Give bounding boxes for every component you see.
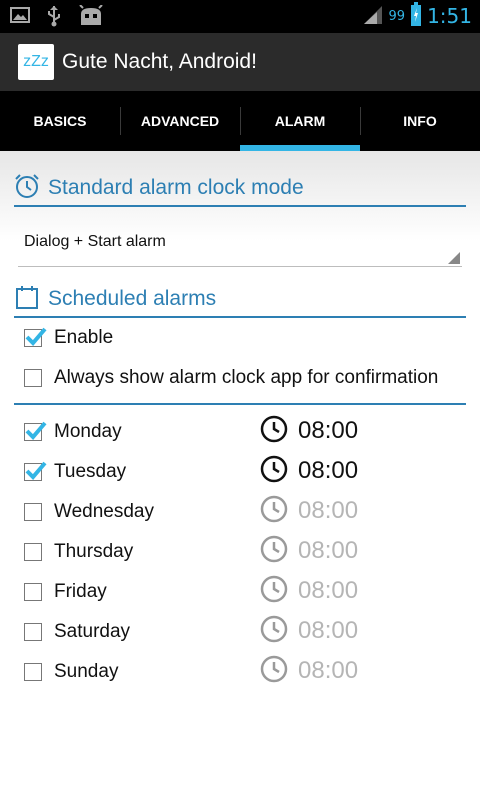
app-icon-text: zZz	[23, 53, 49, 70]
day-checkbox[interactable]	[24, 461, 47, 481]
alarm-settings-panel: Standard alarm clock mode Dialog + Start…	[0, 151, 480, 800]
alarm-time: 08:00	[298, 497, 359, 524]
standard-alarm-header: Standard alarm clock mode	[14, 171, 466, 207]
tab-info[interactable]: INFO	[360, 91, 480, 151]
clock-icon	[260, 415, 288, 447]
always-show-label: Always show alarm clock app for confirma…	[54, 367, 439, 388]
clock-time: 1:51	[427, 4, 472, 28]
clock-icon	[260, 455, 288, 487]
day-row-wednesday: Wednesday 08:00	[24, 494, 464, 528]
alarm-time: 08:00	[298, 537, 359, 564]
time-picker[interactable]: 08:00	[260, 654, 358, 688]
scheduled-alarms-header: Scheduled alarms	[14, 282, 466, 318]
clock-icon	[260, 535, 288, 567]
android-debug-icon	[78, 4, 104, 31]
tab-label: ALARM	[274, 113, 326, 129]
day-label: Monday	[54, 421, 122, 442]
day-checkbox[interactable]	[24, 583, 42, 601]
day-label: Saturday	[54, 621, 131, 642]
day-label: Tuesday	[54, 461, 127, 482]
alarm-mode-spinner[interactable]: Dialog + Start alarm	[18, 223, 462, 267]
clock-icon	[260, 575, 288, 607]
clock-icon	[260, 615, 288, 647]
alarm-time: 08:00	[298, 577, 359, 604]
tab-label: BASICS	[33, 113, 87, 129]
tab-basics[interactable]: BASICS	[0, 91, 120, 151]
day-checkbox[interactable]	[24, 543, 42, 561]
tab-alarm[interactable]: ALARM	[240, 91, 360, 151]
status-bar: 99 1:51	[0, 0, 480, 33]
spinner-value: Dialog + Start alarm	[24, 233, 166, 250]
divider	[14, 403, 466, 405]
time-picker[interactable]: 08:00	[260, 454, 358, 488]
alarm-time: 08:00	[298, 657, 359, 684]
day-label: Sunday	[54, 661, 119, 682]
enable-row[interactable]: Enable	[24, 323, 113, 353]
alarm-clock-icon	[14, 173, 40, 203]
always-show-checkbox[interactable]	[24, 369, 42, 387]
tab-advanced[interactable]: ADVANCED	[120, 91, 240, 151]
day-row-sunday: Sunday 08:00	[24, 654, 464, 688]
time-picker[interactable]: 08:00	[260, 494, 358, 528]
enable-checkbox[interactable]	[24, 327, 47, 347]
day-row-monday: Monday 08:00	[24, 414, 464, 448]
tab-label: ADVANCED	[140, 113, 220, 129]
app-icon[interactable]: zZz	[18, 44, 54, 80]
day-row-thursday: Thursday 08:00	[24, 534, 464, 568]
calendar-icon	[14, 284, 40, 314]
enable-label: Enable	[54, 327, 114, 348]
spinner-arrow-icon	[448, 252, 460, 264]
section-title: Standard alarm clock mode	[48, 176, 304, 199]
clock-icon	[260, 495, 288, 527]
usb-icon	[46, 5, 62, 31]
day-label: Thursday	[54, 541, 134, 562]
day-checkbox[interactable]	[24, 663, 42, 681]
day-row-saturday: Saturday 08:00	[24, 614, 464, 648]
signal-icon	[363, 3, 383, 29]
alarm-time: 08:00	[298, 617, 359, 644]
battery-icon	[411, 2, 422, 30]
clock-icon	[260, 655, 288, 687]
tab-bar: BASICS ADVANCED ALARM INFO	[0, 91, 480, 151]
time-picker[interactable]: 08:00	[260, 614, 358, 648]
time-picker[interactable]: 08:00	[260, 414, 358, 448]
image-icon	[10, 5, 30, 31]
day-label: Friday	[54, 581, 107, 602]
tab-label: INFO	[403, 113, 437, 129]
app-title: Gute Nacht, Android!	[62, 50, 257, 73]
day-row-friday: Friday 08:00	[24, 574, 464, 608]
battery-level: 99	[388, 8, 406, 24]
day-row-tuesday: Tuesday 08:00	[24, 454, 464, 488]
time-picker[interactable]: 08:00	[260, 534, 358, 568]
always-show-row[interactable]: Always show alarm clock app for confirma…	[24, 363, 438, 393]
time-picker[interactable]: 08:00	[260, 574, 358, 608]
alarm-time: 08:00	[298, 457, 359, 484]
day-checkbox[interactable]	[24, 421, 47, 441]
day-label: Wednesday	[54, 501, 154, 522]
section-title: Scheduled alarms	[48, 287, 217, 310]
alarm-time: 08:00	[298, 417, 359, 444]
day-checkbox[interactable]	[24, 503, 42, 521]
day-checkbox[interactable]	[24, 623, 42, 641]
action-bar: zZz Gute Nacht, Android!	[0, 33, 480, 91]
